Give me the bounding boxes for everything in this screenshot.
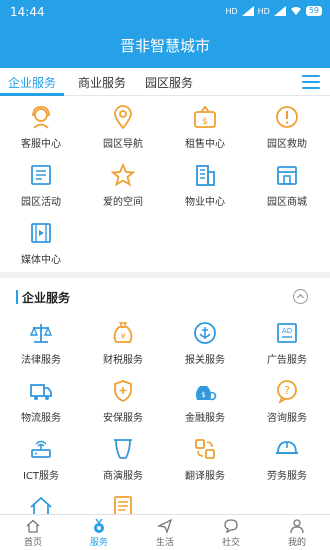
wifi-icon bbox=[290, 7, 301, 15]
svg-text:?: ? bbox=[284, 384, 290, 397]
nav-mine[interactable]: 我的 bbox=[264, 518, 330, 548]
star-icon bbox=[110, 162, 136, 187]
film-icon bbox=[31, 223, 51, 243]
grid-item-park-mall[interactable]: 园区商城 bbox=[246, 162, 328, 218]
translate-icon bbox=[195, 439, 215, 459]
svg-text:¥: ¥ bbox=[120, 332, 125, 341]
grid-item-consulting[interactable]: ? 咨询服务 bbox=[246, 378, 328, 434]
storefront-icon bbox=[277, 166, 297, 185]
sale-sign-icon: $ bbox=[194, 105, 216, 128]
section-title: 企业服务 bbox=[22, 291, 71, 305]
headset-icon bbox=[32, 106, 50, 129]
tab-enterprise[interactable]: 企业服务 bbox=[8, 74, 56, 91]
location-pin-icon bbox=[114, 105, 132, 130]
home-icon bbox=[26, 519, 40, 533]
grid-item-legal[interactable]: 法律服务 bbox=[0, 320, 82, 376]
router-icon bbox=[31, 440, 51, 458]
nav-home[interactable]: 首页 bbox=[0, 518, 66, 548]
section-accent-bar bbox=[16, 290, 18, 304]
signal-label-1: HD bbox=[225, 6, 238, 16]
tab-indicator bbox=[0, 93, 64, 96]
grid-item-labor[interactable]: 劳务服务 bbox=[246, 436, 328, 492]
grid-item-customer-service[interactable]: 客服中心 bbox=[0, 104, 82, 160]
helmet-icon bbox=[276, 441, 298, 454]
nav-service[interactable]: 服务 bbox=[66, 518, 132, 548]
grid-item-property-center[interactable]: 物业中心 bbox=[164, 162, 246, 218]
status-bar: 14:44 HD HD 59 bbox=[0, 0, 330, 24]
grid-item-tax[interactable]: ¥ 财税服务 bbox=[82, 320, 164, 376]
page-title: 晋非智慧城市 bbox=[0, 24, 330, 68]
nav-social[interactable]: 社交 bbox=[198, 518, 264, 548]
status-icons: HD HD 59 bbox=[225, 6, 322, 16]
grid-item-park-navigation[interactable]: 园区导航 bbox=[82, 104, 164, 160]
menu-icon[interactable] bbox=[302, 75, 320, 89]
grid-item-translation[interactable]: 翻译服务 bbox=[164, 436, 246, 492]
question-bubble-icon: ? bbox=[277, 380, 297, 404]
signal-icon bbox=[241, 6, 254, 16]
nav-life[interactable]: 生活 bbox=[132, 518, 198, 548]
send-icon bbox=[157, 518, 173, 534]
newspaper-icon bbox=[31, 165, 51, 185]
medal-icon bbox=[94, 518, 104, 533]
svg-text:$: $ bbox=[201, 391, 205, 399]
grid-item-media-center[interactable]: 媒体中心 bbox=[0, 220, 82, 276]
bottom-navigation: 首页 服务 生活 社交 我的 bbox=[0, 514, 330, 550]
svg-text:AD: AD bbox=[282, 327, 292, 335]
shield-icon bbox=[114, 380, 132, 403]
collapse-chevron-icon[interactable] bbox=[293, 289, 308, 304]
signal-label-2: HD bbox=[257, 6, 270, 16]
money-bag-icon: ¥ bbox=[113, 322, 133, 343]
section-header: 企业服务 bbox=[0, 284, 330, 310]
grid-item-advertising[interactable]: AD 广告服务 bbox=[246, 320, 328, 376]
truck-icon bbox=[30, 384, 52, 400]
user-icon bbox=[290, 519, 304, 534]
coin-bag-icon: $ bbox=[196, 386, 217, 401]
grid-item-finance[interactable]: $ 金融服务 bbox=[164, 378, 246, 434]
grid-item-park-rescue[interactable]: 园区救助 bbox=[246, 104, 328, 160]
tab-commercial[interactable]: 商业服务 bbox=[78, 74, 126, 91]
grid-item-customs[interactable]: 报关服务 bbox=[164, 320, 246, 376]
anchor-icon bbox=[194, 322, 216, 344]
grid-item-ict[interactable]: ICT服务 bbox=[0, 436, 82, 492]
ad-board-icon: AD bbox=[277, 323, 297, 343]
tab-bar: 企业服务 商业服务 园区服务 bbox=[0, 68, 330, 96]
building-icon bbox=[196, 165, 215, 186]
tab-park[interactable]: 园区服务 bbox=[145, 74, 193, 91]
svg-text:$: $ bbox=[202, 117, 208, 127]
grid-item-rental-center[interactable]: $ 租售中心 bbox=[164, 104, 246, 160]
grid-item-logistics[interactable]: 物流服务 bbox=[0, 378, 82, 434]
grid-item-performance[interactable]: 商演服务 bbox=[82, 436, 164, 492]
section-divider bbox=[0, 272, 330, 278]
chat-icon bbox=[224, 519, 238, 534]
alert-icon bbox=[276, 106, 298, 128]
grid-item-park-events[interactable]: 园区活动 bbox=[0, 162, 82, 218]
status-time: 14:44 bbox=[10, 5, 45, 19]
battery-icon: 59 bbox=[305, 6, 322, 16]
grid-item-security[interactable]: 安保服务 bbox=[82, 378, 164, 434]
grid-item-love-space[interactable]: 爱的空间 bbox=[82, 162, 164, 218]
signal-icon-2 bbox=[273, 6, 286, 16]
scales-icon bbox=[29, 324, 53, 343]
stage-icon bbox=[114, 439, 132, 459]
